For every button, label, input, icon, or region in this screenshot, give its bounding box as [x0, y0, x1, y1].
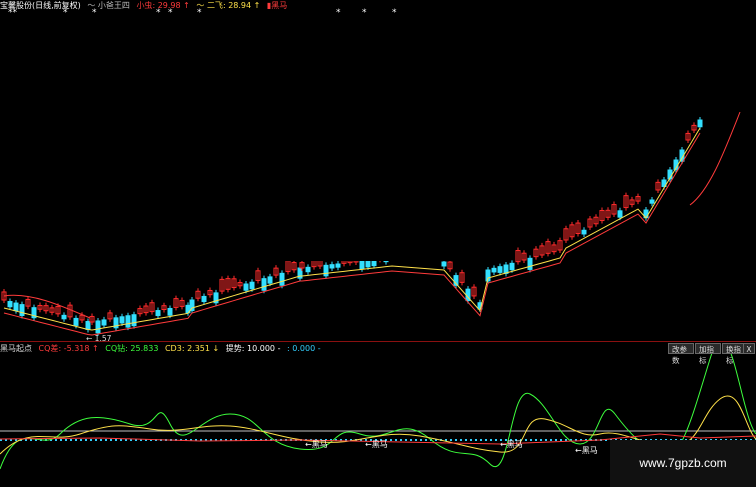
star-marker: * — [92, 8, 97, 18]
star-marker: * — [362, 8, 367, 18]
candle-body — [491, 267, 497, 273]
cq-value: CQ差: -5.318 ↑ — [38, 344, 99, 353]
candle-body — [167, 307, 173, 316]
candle-body — [101, 319, 107, 326]
candle-body — [155, 310, 161, 317]
candle-body — [329, 264, 335, 269]
candle-body — [201, 295, 207, 303]
indicator-header: 黑马起点 CQ差: -5.318 ↑ CQ钻: 25.833 CD3: 2.35… — [0, 343, 660, 354]
tip-value: 提势: 10.000 - — [225, 344, 281, 353]
panel-divider[interactable] — [0, 341, 756, 342]
candle-body — [441, 261, 447, 267]
cd3-value: CD3: 2.351 ↓ — [164, 344, 220, 353]
star-marker: * — [63, 8, 68, 18]
candle-body — [73, 317, 79, 326]
signal-label: ←黑马 — [500, 440, 523, 449]
star-marker: * — [197, 8, 202, 18]
star-marker: * — [336, 8, 341, 18]
candle-body — [697, 119, 703, 128]
zero-value: : 0.000 - — [287, 344, 321, 353]
candle-body — [61, 314, 67, 320]
candle-body — [13, 302, 19, 312]
star-marker: * — [392, 8, 397, 18]
signal-label: ←黑马 — [305, 440, 328, 449]
cq2-value: CQ钻: 25.833 — [105, 344, 159, 353]
candle-body — [617, 210, 623, 218]
obscured-region — [428, 0, 756, 112]
candle-body — [243, 283, 249, 291]
candle-body — [131, 314, 137, 327]
candle-body — [85, 320, 91, 330]
candle-body — [249, 281, 255, 290]
signal-label: ←黑马 — [365, 440, 388, 449]
candle-body — [7, 301, 13, 308]
edit-params-button[interactable]: 改参数 — [668, 343, 694, 365]
star-marker: * — [156, 8, 161, 18]
candle-body — [125, 315, 131, 328]
candle-body — [527, 257, 533, 270]
candle-body — [279, 272, 285, 286]
watermark: www.7gpzb.com — [610, 440, 756, 487]
obscured-region — [267, 227, 489, 261]
signal-stars: ** * * * * * * * * — [0, 8, 430, 18]
candle-body — [359, 260, 365, 270]
candle-body — [95, 320, 101, 334]
add-indicator-button[interactable]: 加指标 — [695, 343, 721, 365]
candle-body — [119, 316, 125, 324]
candle-body — [261, 278, 267, 291]
star-marker: * — [168, 8, 173, 18]
candle-body — [335, 263, 341, 268]
candle-body — [267, 276, 273, 284]
candle-body — [19, 304, 25, 317]
candle-body — [581, 229, 587, 235]
star-marker: ** — [8, 8, 17, 18]
candle-body — [305, 266, 311, 273]
candle-body — [509, 262, 515, 271]
candle-body — [189, 299, 195, 312]
indicator-name[interactable]: 黑马起点 — [0, 344, 32, 353]
candle-body — [497, 266, 503, 273]
signal-label: ←黑马 — [575, 446, 598, 455]
candle-body — [323, 264, 329, 277]
close-icon[interactable]: X — [743, 343, 755, 354]
candle-body — [365, 260, 371, 268]
candle-body — [649, 199, 655, 204]
